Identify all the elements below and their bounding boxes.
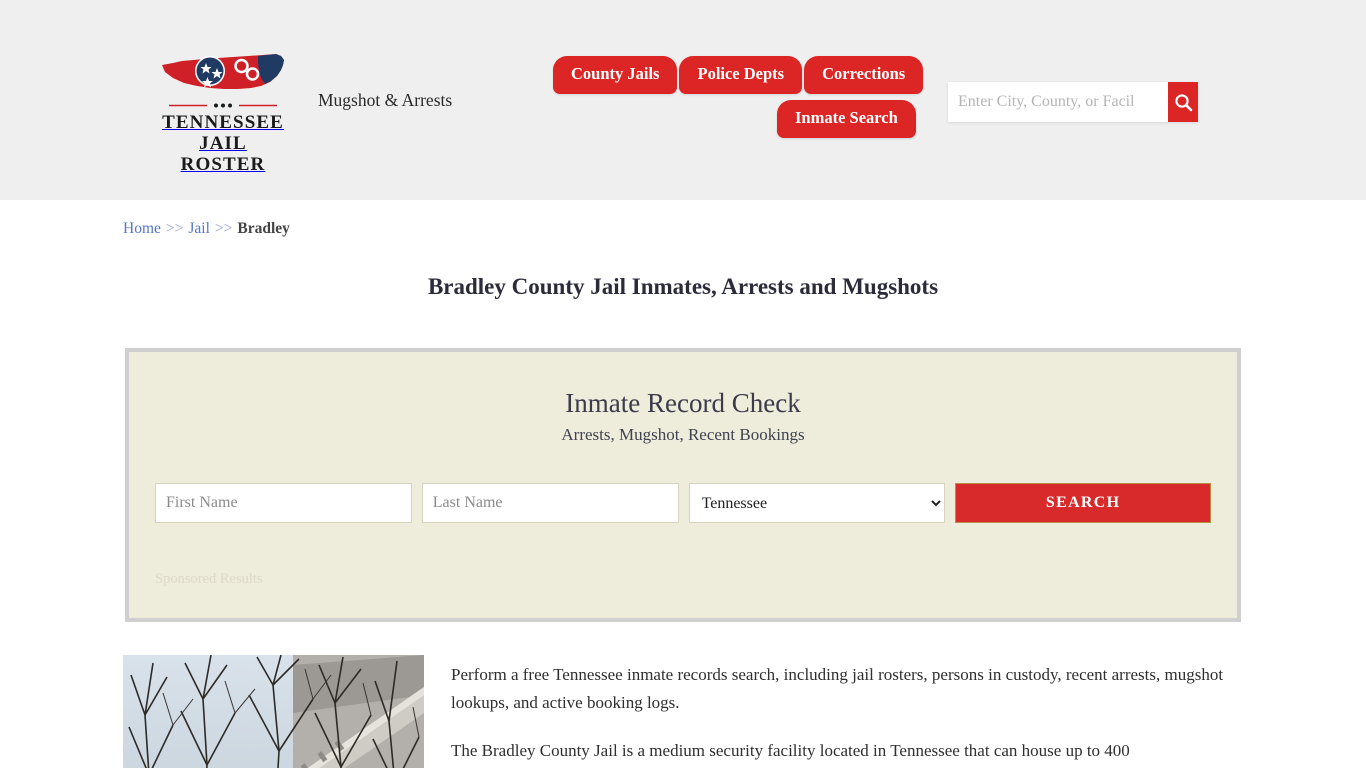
nav-item-inmate-search[interactable]: Inmate Search <box>777 100 916 138</box>
header-search-input[interactable] <box>948 82 1168 122</box>
jail-building-photo <box>123 655 424 768</box>
content-section: Perform a free Tennessee inmate records … <box>123 655 1243 768</box>
nav-item-corrections[interactable]: Corrections <box>804 56 924 94</box>
tennessee-state-flag-handcuffs-logo-icon <box>162 54 284 89</box>
first-name-input[interactable] <box>155 483 412 523</box>
header-inner: TENNESSEE JAIL ROSTER Mugshot & Arrests … <box>123 0 1243 200</box>
search-icon <box>1174 93 1192 111</box>
logo-text-line1: TENNESSEE <box>162 112 284 133</box>
breadcrumb-separator-2: >> <box>214 220 233 237</box>
breadcrumb-item-home[interactable]: Home <box>123 220 161 237</box>
sponsored-results-label: Sponsored Results <box>155 571 263 587</box>
nav-row-secondary: Inmate Search <box>777 100 916 138</box>
search-button[interactable]: SEARCH <box>955 483 1211 523</box>
nav-item-police-depts[interactable]: Police Depts <box>679 56 803 94</box>
page-title: Bradley County Jail Inmates, Arrests and… <box>427 274 939 299</box>
breadcrumb-separator-1: >> <box>165 220 184 237</box>
last-name-input[interactable] <box>421 483 679 523</box>
jail-building-photo-image <box>123 655 424 768</box>
primary-navigation: County Jails Police Depts Corrections Inma… <box>553 8 943 148</box>
site-tagline: Mugshot & Arrests <box>318 90 453 110</box>
nav-item-county-jails[interactable]: County Jails <box>553 56 678 94</box>
site-header: TENNESSEE JAIL ROSTER Mugshot & Arrests … <box>0 0 1366 200</box>
header-search-bar <box>948 82 1198 122</box>
inmate-record-check-panel-inner: Inmate Record Check Arrests, Mugshot, Re… <box>129 352 1237 618</box>
inmate-record-check-panel: Inmate Record Check Arrests, Mugshot, Re… <box>125 348 1241 622</box>
logo-text-line2: JAIL ROSTER <box>180 133 266 175</box>
nav-row-primary: County Jails Police Depts Corrections <box>553 56 924 94</box>
breadcrumb: Home >> Jail >> Bradley <box>123 200 1243 238</box>
logo-divider <box>169 102 277 109</box>
inmate-search-form: Tennessee SEARCH <box>155 483 1211 523</box>
content-paragraph-1: Perform a free Tennessee inmate records … <box>451 665 1224 712</box>
breadcrumb-item-current: Bradley <box>237 220 290 237</box>
content-paragraph-2: The Bradley County Jail is a medium secu… <box>451 741 1130 760</box>
content-copy: Perform a free Tennessee inmate records … <box>451 655 1243 768</box>
header-search-button[interactable] <box>1168 82 1198 122</box>
panel-title: Inmate Record Check <box>565 388 801 418</box>
site-logo[interactable]: TENNESSEE JAIL ROSTER <box>158 48 288 175</box>
page-body: Home >> Jail >> Bradley Bradley County Jail … <box>123 200 1243 768</box>
panel-subtitle: Arrests, Mugshot, Recent Bookings <box>561 425 805 444</box>
state-select[interactable]: Tennessee <box>688 483 946 523</box>
breadcrumb-item-jail[interactable]: Jail <box>188 220 210 237</box>
